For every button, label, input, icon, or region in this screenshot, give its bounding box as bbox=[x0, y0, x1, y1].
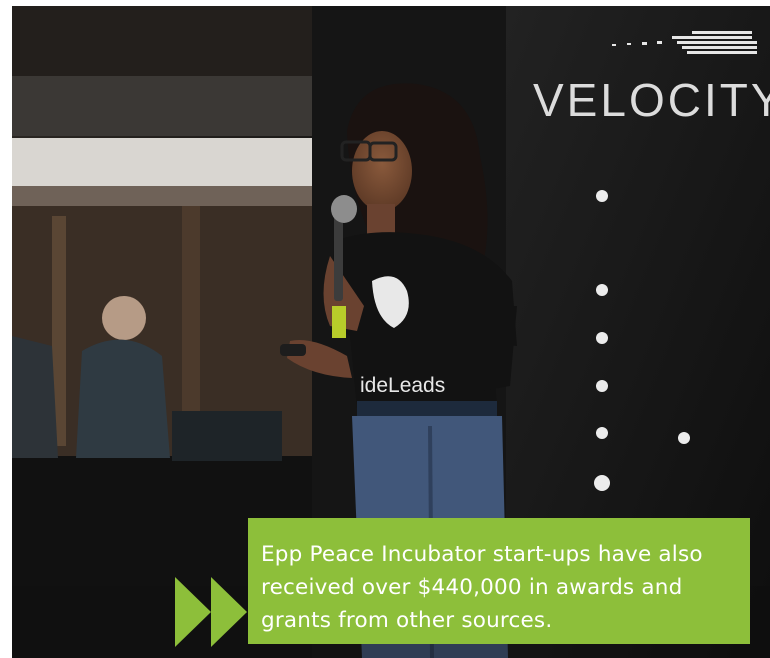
caption-box: Epp Peace Incubator start-ups have also … bbox=[248, 518, 750, 644]
caption-text: Epp Peace Incubator start-ups have also … bbox=[261, 542, 703, 633]
banner-brand-text: VELOCITY bbox=[533, 74, 770, 126]
shirt-logo-text: ideLeads bbox=[360, 374, 445, 397]
fast-forward-arrows-icon bbox=[175, 577, 247, 647]
